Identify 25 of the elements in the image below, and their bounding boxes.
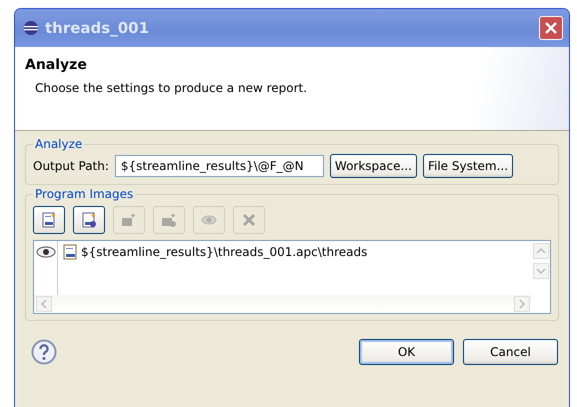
window-title: threads_001: [45, 19, 150, 37]
dialog-button[interactable]: Cancel: [463, 339, 558, 365]
toolbar-button[interactable]: [33, 206, 65, 234]
toolbar-button[interactable]: [73, 206, 105, 234]
group-title: Program Images: [34, 187, 134, 201]
close-icon: [545, 22, 557, 34]
close-button[interactable]: [539, 16, 563, 40]
horizontal-scrollbar[interactable]: [34, 295, 532, 313]
field-label: Output Path:: [33, 159, 109, 173]
output-path-field[interactable]: ${streamline_results}\@F_@N: [114, 155, 324, 177]
scroll-down-icon[interactable]: [533, 263, 549, 279]
scroll-right-icon[interactable]: [514, 296, 530, 312]
eye-icon[interactable]: [36, 245, 56, 259]
browse-button[interactable]: Workspace...: [330, 154, 417, 178]
page-title: Analyze: [25, 57, 88, 73]
scroll-left-icon[interactable]: [36, 296, 52, 312]
help-icon[interactable]: [31, 339, 57, 365]
dialog-button[interactable]: OK: [359, 339, 454, 365]
scroll-up-icon[interactable]: [533, 243, 549, 259]
globe-icon: [23, 20, 39, 36]
group-title: Analyze: [34, 137, 84, 151]
page-description: Choose the settings to produce a new report.: [34, 81, 308, 95]
delete-icon: [241, 212, 257, 228]
image-path[interactable]: ${streamline_results}\threads_001.apc\threads: [81, 245, 368, 259]
browse-button[interactable]: File System...: [422, 154, 514, 178]
